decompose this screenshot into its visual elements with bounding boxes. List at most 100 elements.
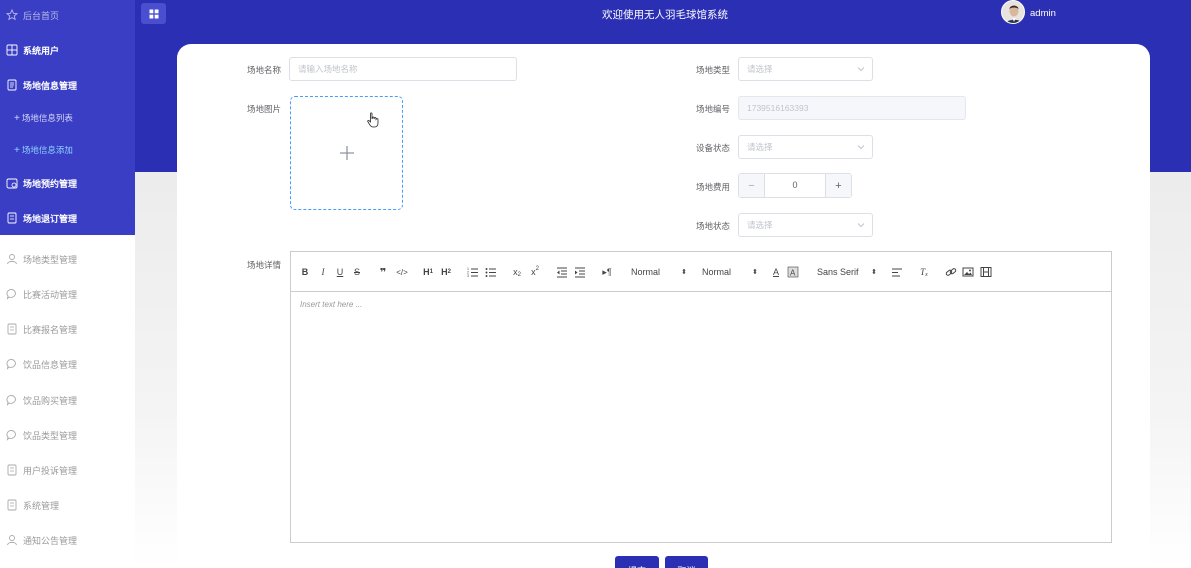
sidebar-item-label: 比赛报名管理 [23, 324, 78, 335]
grid-icon [6, 44, 18, 56]
doc-icon [6, 212, 18, 224]
status-label: 场地状态 [696, 221, 731, 231]
sidebar-item-venue-info[interactable]: 场地信息管理 [0, 74, 135, 96]
sidebar-item-drink-purchase[interactable]: 饮品购买管理 [0, 389, 135, 411]
editor-content[interactable]: Insert text here ... [300, 300, 362, 309]
decrement-button[interactable]: − [739, 174, 765, 197]
link-icon[interactable] [945, 265, 957, 279]
sidebar-item-label: 场地信息列表 [21, 113, 73, 123]
strikethrough-icon[interactable]: S [351, 265, 363, 279]
sidebar-item-label: 通知公告管理 [23, 535, 78, 546]
bullet-list-icon[interactable] [485, 265, 497, 279]
type-select[interactable]: 请选择 [738, 57, 873, 81]
fee-label: 场地费用 [696, 182, 731, 192]
sidebar-item-label: 系统管理 [23, 500, 60, 511]
image-icon[interactable] [962, 265, 974, 279]
sidebar-item-user-complaint[interactable]: 用户投诉管理 [0, 459, 135, 481]
underline-icon[interactable]: U [334, 265, 346, 279]
cancel-button[interactable]: 取消 [665, 556, 708, 568]
sidebar-item-venue-booking[interactable]: 场地预约管理 [0, 172, 135, 194]
sidebar-item-drink-type[interactable]: 饮品类型管理 [0, 424, 135, 446]
name-label: 场地名称 [247, 65, 282, 75]
sidebar-subitem-venue-add[interactable]: + 场地信息添加 [0, 139, 135, 161]
user-icon [6, 253, 18, 265]
updown-icon: ⬍ [752, 269, 758, 276]
type-placeholder: 请选择 [747, 64, 773, 74]
header-picker[interactable]: Normal ⬍ [631, 265, 687, 279]
align-icon[interactable] [891, 265, 903, 279]
sidebar-item-match-signup[interactable]: 比赛报名管理 [0, 318, 135, 340]
name-placeholder: 请输入场地名称 [298, 64, 358, 74]
chat-icon [6, 429, 18, 441]
superscript-icon[interactable]: x2 [529, 265, 541, 279]
fee-stepper[interactable]: − 0 + [738, 173, 852, 198]
chevron-down-icon [857, 223, 865, 228]
sidebar-item-label: 饮品类型管理 [23, 430, 78, 441]
doc-icon [6, 79, 18, 91]
clear-format-icon[interactable]: Tx [918, 265, 930, 279]
sidebar-item-label: 场地信息管理 [23, 80, 78, 91]
sidebar-item-home[interactable]: 后台首页 [0, 4, 135, 26]
code-block-icon[interactable]: </> [395, 265, 409, 279]
outdent-icon[interactable] [556, 265, 568, 279]
sidebar-item-label: 饮品信息管理 [23, 359, 78, 370]
size-picker[interactable]: Normal ⬍ [702, 265, 758, 279]
plus-icon: + [14, 112, 20, 124]
sidebar-item-label: 比赛活动管理 [23, 289, 78, 300]
user-icon [6, 534, 18, 546]
hand-cursor-icon [367, 112, 379, 128]
chevron-down-icon [857, 145, 865, 150]
blockquote-icon[interactable]: ❞ [377, 265, 389, 279]
sidebar-item-venue-type[interactable]: 场地类型管理 [0, 248, 135, 270]
detail-label: 场地详情 [247, 260, 282, 270]
doc-icon [6, 499, 18, 511]
image-upload[interactable] [290, 96, 403, 210]
sidebar-subitem-venue-list[interactable]: + 场地信息列表 [0, 107, 135, 129]
h1-icon[interactable]: H1 [421, 265, 435, 279]
sidebar-item-label: 用户投诉管理 [23, 465, 78, 476]
italic-icon[interactable]: I [317, 265, 329, 279]
menu-toggle-button[interactable] [141, 3, 166, 24]
user-name[interactable]: admin [1030, 8, 1056, 19]
sidebar-item-match-activity[interactable]: 比赛活动管理 [0, 283, 135, 305]
plus-icon: + [14, 144, 20, 156]
submit-button[interactable]: 提交 [615, 556, 659, 568]
video-icon[interactable] [980, 265, 992, 279]
sidebar-item-drink-info[interactable]: 饮品信息管理 [0, 353, 135, 375]
grid-icon [149, 9, 158, 18]
sidebar-item-label: 系统用户 [23, 45, 60, 56]
plus-icon [339, 146, 354, 160]
increment-button[interactable]: + [825, 174, 851, 197]
font-picker[interactable]: Sans Serif ⬍ [817, 265, 877, 279]
font-picker-label: Sans Serif [817, 267, 859, 277]
sidebar-item-system-users[interactable]: 系统用户 [0, 39, 135, 61]
indent-icon[interactable] [574, 265, 586, 279]
status-select[interactable]: 请选择 [738, 213, 873, 237]
bold-icon[interactable]: B [299, 265, 311, 279]
fee-value[interactable]: 0 [765, 174, 825, 197]
avatar[interactable] [1001, 0, 1025, 24]
text-direction-icon[interactable]: ▸¶ [600, 265, 614, 279]
header-picker-label: Normal [631, 267, 661, 277]
device-select[interactable]: 请选择 [738, 135, 873, 159]
chat-icon [6, 358, 18, 370]
updown-icon: ⬍ [871, 269, 877, 276]
doc-icon [6, 323, 18, 335]
h2-icon[interactable]: H2 [439, 265, 453, 279]
name-input[interactable]: 请输入场地名称 [289, 57, 517, 81]
font-color-icon[interactable]: A [770, 265, 782, 279]
device-label: 设备状态 [696, 143, 731, 153]
code-value: 1739516163393 [747, 103, 809, 113]
subscript-icon[interactable]: x2 [511, 265, 523, 279]
sidebar-item-system-manage[interactable]: 系统管理 [0, 494, 135, 516]
sidebar-item-label: 场地类型管理 [23, 254, 78, 265]
size-picker-label: Normal [702, 267, 732, 277]
sidebar-item-venue-refund[interactable]: 场地退订管理 [0, 207, 135, 229]
svg-text:A: A [790, 269, 796, 278]
sidebar-item-notice[interactable]: 通知公告管理 [0, 529, 135, 551]
ordered-list-icon[interactable]: 123 [467, 265, 479, 279]
background-color-icon[interactable]: A [787, 265, 799, 279]
code-label: 场地编号 [696, 104, 731, 114]
svg-text:3: 3 [467, 274, 469, 278]
calendar-icon [6, 177, 18, 189]
